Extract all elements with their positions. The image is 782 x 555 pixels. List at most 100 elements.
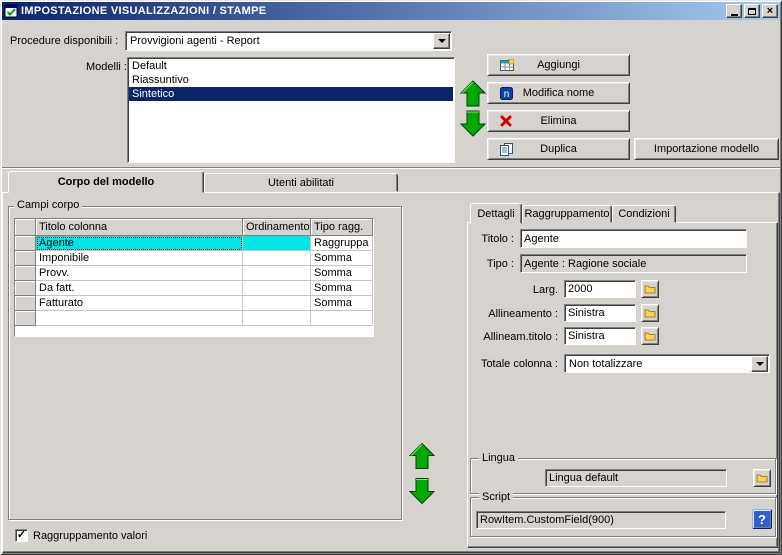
table-row: Imponibile Somma <box>15 251 373 266</box>
table-row: Da fatt. Somma <box>15 281 373 296</box>
tab-raggruppamento-label: Raggruppamento <box>524 208 610 220</box>
campi-corpo-label: Campi corpo <box>14 199 83 211</box>
totale-dropdown-button[interactable] <box>751 355 768 372</box>
tab-condizioni-label: Condizioni <box>618 208 670 220</box>
row-selector[interactable] <box>15 296 36 311</box>
totale-colonna-label: Totale colonna : <box>480 358 558 370</box>
cell-ordinamento[interactable] <box>243 281 311 296</box>
raggruppamento-valori-checkbox[interactable]: ✓ <box>15 529 28 542</box>
duplica-button[interactable]: Duplica <box>487 138 630 160</box>
allineamento-input[interactable] <box>564 304 636 322</box>
table-row-empty <box>15 311 373 326</box>
rename-icon: n <box>500 86 513 100</box>
cell-titolo[interactable]: Agente <box>36 236 243 251</box>
row-selector[interactable] <box>15 281 36 296</box>
cell-titolo[interactable]: Da fatt. <box>36 281 243 296</box>
modelli-item-sintetico[interactable]: Sintetico <box>129 87 453 101</box>
cell-tipo[interactable]: Somma <box>311 266 373 281</box>
tab-raggruppamento[interactable]: Raggruppamento <box>522 205 612 223</box>
cell-tipo[interactable]: Somma <box>311 281 373 296</box>
lingua-lookup-button[interactable] <box>753 469 771 487</box>
titolo-label: Titolo : <box>481 233 514 245</box>
script-help-button[interactable]: ? <box>752 509 772 529</box>
modelli-listbox[interactable]: Default Riassuntivo Sintetico <box>127 57 455 163</box>
lingua-field[interactable] <box>545 469 727 487</box>
maximize-icon <box>748 7 756 15</box>
folder-icon <box>644 308 656 318</box>
larg-lookup-button[interactable] <box>641 280 659 298</box>
procedure-combobox[interactable]: Provvigioni agenti - Report <box>125 31 452 51</box>
minimize-icon <box>730 13 738 16</box>
move-up-button[interactable] <box>459 80 487 107</box>
maximize-button[interactable] <box>744 4 760 18</box>
dialog-window: IMPOSTAZIONE VISUALIZZAZIONI / STAMPE × … <box>0 0 782 555</box>
modelli-item-default[interactable]: Default <box>129 59 453 73</box>
add-model-icon <box>500 58 514 72</box>
header-tipo-ragg[interactable]: Tipo ragg. <box>311 219 373 236</box>
modelli-item-riassuntivo[interactable]: Riassuntivo <box>129 73 453 87</box>
app-icon <box>4 4 18 18</box>
cell-tipo[interactable]: Somma <box>311 251 373 266</box>
tab-dettagli[interactable]: Dettagli <box>470 203 522 224</box>
table-row: Agente Raggruppa <box>15 236 373 251</box>
duplica-label: Duplica <box>540 143 577 155</box>
script-group-label: Script <box>479 491 514 503</box>
tab-corpo-label: Corpo del modello <box>57 176 155 188</box>
aggiungi-button[interactable]: Aggiungi <box>487 54 630 76</box>
cell-titolo[interactable]: Imponibile <box>36 251 243 266</box>
modelli-label: Modelli : <box>86 61 127 73</box>
aggiungi-label: Aggiungi <box>537 59 580 71</box>
row-selector[interactable] <box>15 311 36 326</box>
cell-tipo[interactable]: Somma <box>311 296 373 311</box>
row-selector[interactable] <box>15 251 36 266</box>
close-button[interactable]: × <box>762 4 778 18</box>
larg-input[interactable] <box>564 280 636 298</box>
window-title: IMPOSTAZIONE VISUALIZZAZIONI / STAMPE <box>21 5 267 17</box>
totale-colonna-combobox[interactable]: Non totalizzare <box>564 354 770 373</box>
minimize-button[interactable] <box>726 4 742 18</box>
procedure-value: Provvigioni agenti - Report <box>130 35 260 47</box>
allineam-titolo-input[interactable] <box>564 327 636 345</box>
allineamento-label: Allineamento : <box>488 308 558 320</box>
tab-dettagli-label: Dettagli <box>477 207 515 220</box>
tab-utenti-label: Utenti abilitati <box>267 176 335 189</box>
cell-titolo[interactable]: Fatturato <box>36 296 243 311</box>
tab-corpo-del-modello[interactable]: Corpo del modello <box>8 171 204 193</box>
cell-ordinamento[interactable] <box>243 236 311 251</box>
cell-ordinamento[interactable] <box>243 266 311 281</box>
procedure-label: Procedure disponibili : <box>10 35 119 47</box>
cell-ordinamento[interactable] <box>243 311 311 326</box>
cell-tipo[interactable]: Raggruppa <box>311 236 373 251</box>
tab-utenti-abilitati[interactable]: Utenti abilitati <box>204 173 398 192</box>
field-move-down-button[interactable] <box>408 477 436 505</box>
campi-table: Titolo colonna Ordinamento Tipo ragg. Ag… <box>14 218 374 337</box>
elimina-label: Elimina <box>540 115 577 127</box>
titolo-input[interactable] <box>520 229 747 248</box>
modifica-nome-button[interactable]: n Modifica nome <box>487 82 630 104</box>
allineamento-lookup-button[interactable] <box>641 304 659 322</box>
elimina-button[interactable]: Elimina <box>487 110 630 132</box>
field-move-up-button[interactable] <box>408 442 436 470</box>
larg-label: Larg. <box>532 284 558 296</box>
cell-tipo[interactable] <box>311 311 373 326</box>
chevron-down-icon <box>755 361 764 366</box>
raggruppamento-valori-label: Raggruppamento valori <box>33 530 148 542</box>
move-down-button[interactable] <box>459 110 487 137</box>
cell-ordinamento[interactable] <box>243 296 311 311</box>
cell-titolo[interactable]: Provv. <box>36 266 243 281</box>
header-ordinamento[interactable]: Ordinamento <box>243 219 311 236</box>
titlebar[interactable]: IMPOSTAZIONE VISUALIZZAZIONI / STAMPE × <box>2 2 780 20</box>
importazione-modello-button[interactable]: Importazione modello <box>634 138 779 160</box>
tab-condizioni[interactable]: Condizioni <box>612 205 676 223</box>
importazione-modello-label: Importazione modello <box>653 143 760 155</box>
lingua-group-label: Lingua <box>479 452 519 464</box>
table-header-row: Titolo colonna Ordinamento Tipo ragg. <box>15 219 373 236</box>
cell-ordinamento[interactable] <box>243 251 311 266</box>
allineam-titolo-lookup-button[interactable] <box>641 327 659 345</box>
procedure-dropdown-button[interactable] <box>433 33 450 49</box>
row-selector[interactable] <box>15 266 36 281</box>
row-selector[interactable] <box>15 236 36 251</box>
header-titolo-colonna[interactable]: Titolo colonna <box>36 219 243 236</box>
script-field[interactable] <box>476 511 726 529</box>
cell-titolo[interactable] <box>36 311 243 326</box>
